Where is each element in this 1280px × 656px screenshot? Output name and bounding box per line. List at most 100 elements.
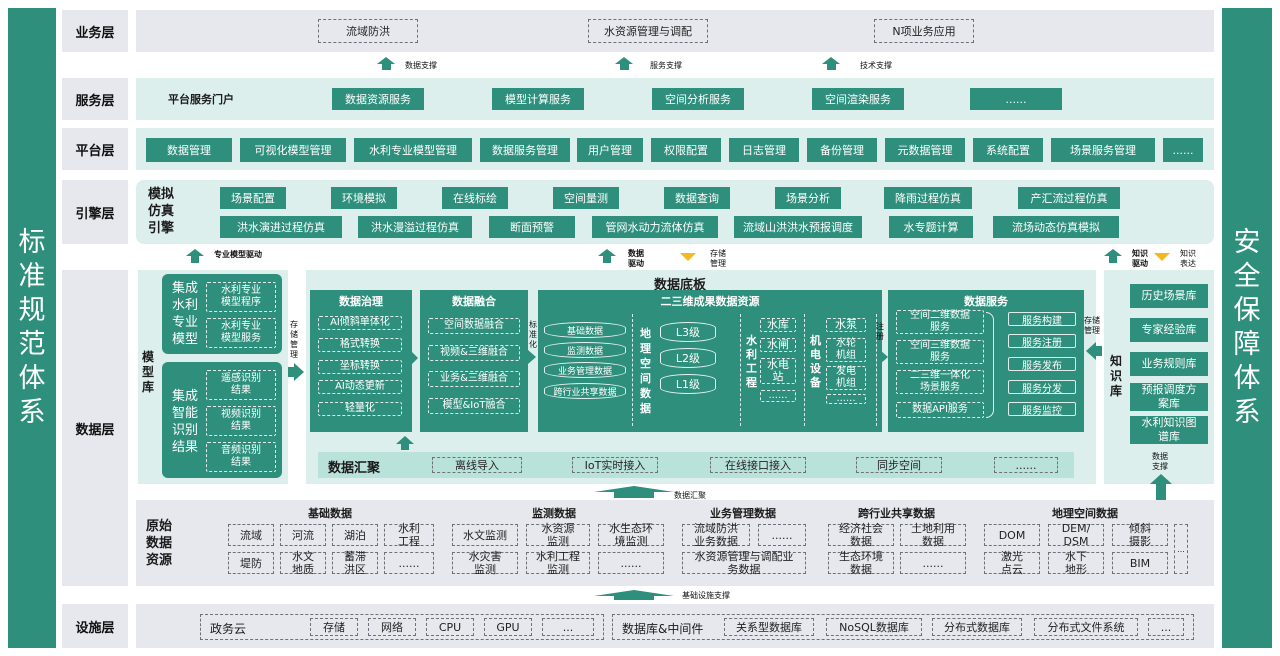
agg-iot-realtime: IoT实时接入 (572, 457, 658, 473)
engine-runoff-sim: 产汇流过程仿真 (1018, 187, 1120, 209)
business-item-n-apps: N项业务应用 (874, 19, 974, 43)
gov-cloud-label: 政务云 (210, 622, 247, 636)
data-driver-arrow (598, 249, 616, 256)
expert-experience-lib: 专家经验库 (1130, 318, 1208, 342)
business-rule-lib: 业务规则库 (1130, 352, 1208, 376)
svc-2d-spatial: 空间二维数据 服务 (896, 310, 984, 334)
svc-monitor: 服务监控 (1008, 402, 1076, 417)
infra-storage: 存储 (310, 618, 358, 636)
engine-flood-evolution: 洪水演进过程仿真 (220, 216, 342, 238)
model-storage-note: 存储管理 (290, 320, 298, 359)
platform-system-config: 系统配置 (973, 138, 1043, 162)
raw-business-more: ...... (758, 524, 806, 546)
raw-to-aggregation-arrow (594, 486, 674, 492)
engine-scene-analysis: 场景分析 (775, 187, 841, 209)
support-arrow-tech (827, 64, 836, 70)
knowledge-driver-label: 知识驱动 (1132, 249, 1148, 268)
raw-detention-area: 蓄滞 洪区 (332, 550, 378, 576)
aggregation-title: 数据汇聚 (328, 461, 381, 476)
platform-backup-management: 备份管理 (807, 138, 877, 162)
engine-pipe-hydro: 管网水动力流体仿真 (592, 216, 718, 238)
data-layer-label: 数据层 (75, 422, 115, 438)
engine-flow-field: 流场动态仿真模拟 (993, 216, 1119, 238)
water-hydropower: 水电站 (760, 358, 796, 384)
engine-spatial-measure: 空间量测 (553, 187, 619, 209)
fusion-business-3d: 业务&三维融合 (428, 371, 520, 387)
cyl-cross-industry: 跨行业共享数据 (544, 383, 626, 399)
engine-flash-flood: 流域山洪洪水预报调度 (734, 216, 862, 238)
fusion-title: 数据融合 (452, 295, 496, 308)
infra-support-label: 基础设施支撑 (682, 591, 730, 600)
service-spatial-render: 空间渲染服务 (812, 88, 904, 110)
model-driver-arrow (186, 249, 204, 256)
business-item-water-resources: 水资源管理与调配 (588, 19, 708, 43)
data-driver-label: 数据驱动 (628, 249, 644, 268)
resource-title: 二三维成果数据资源 (660, 295, 760, 308)
elec-turbine: 水轮 机组 (826, 338, 866, 362)
infra-db-more: ... (1148, 618, 1184, 636)
raw-underwater-terrain: 水下 地形 (1048, 550, 1104, 576)
forecast-plan-lib: 预报调度方 案库 (1130, 383, 1208, 411)
knowledge-driver-arrow (1104, 249, 1122, 256)
service-model-compute: 模型计算服务 (492, 88, 584, 110)
gov-ai-oblique: AI倾斜单体化 (318, 316, 402, 330)
resource-to-service-arrow (880, 350, 888, 364)
fusion-video-3d: 视频&三维融合 (428, 345, 520, 361)
knowledge-to-service-arrow (1086, 342, 1096, 360)
infra-distributed-fs: 分布式文件系统 (1034, 618, 1138, 636)
water-gate: 水闸 (760, 338, 796, 352)
raw-disaster-monitor: 水灾害 监测 (452, 550, 518, 576)
data-support-note: 数据 支撑 (1152, 452, 1168, 471)
engine-env-sim: 环境模拟 (331, 187, 397, 209)
infra-distributed-db: 分布式数据库 (932, 618, 1022, 636)
data-support-label: 数据支撑 (405, 61, 437, 70)
service-data-resource: 数据资源服务 (332, 88, 424, 110)
agg-sync-space: 同步空间 (856, 457, 942, 473)
geo-level-l3: L3级 (660, 322, 716, 342)
cyl-monitor-data: 监测数据 (544, 342, 626, 358)
raw-river: 河流 (280, 524, 326, 546)
aggregation-to-base-arrow (396, 436, 414, 444)
platform-permission-config: 权限配置 (651, 138, 721, 162)
model-driver-label: 专业模型驱动 (214, 250, 262, 259)
security-system-sidebar: 安全保障体系 (1222, 8, 1272, 648)
raw-lake: 湖泊 (332, 524, 378, 546)
raw-eco-monitor: 水生态环 境监测 (598, 522, 664, 548)
raw-flood-business: 流域防洪 业务数据 (682, 522, 750, 548)
fusion-model-iot: 模型&IoT融合 (428, 398, 520, 414)
platform-vis-model-management: 可视化模型管理 (240, 138, 346, 162)
knowledge-base-title: 知识库 (1110, 354, 1123, 398)
service-support-label: 服务支撑 (650, 61, 682, 70)
infra-cpu: CPU (426, 618, 474, 636)
knowledge-expr-label: 知识表达 (1180, 249, 1196, 268)
svc-publish: 服务发布 (1008, 357, 1076, 372)
model-library-title: 模型库 (142, 350, 155, 394)
raw-geo-more: ... (1174, 524, 1188, 574)
pro-model-title: 集成 水利 专业 模型 (171, 281, 198, 347)
business-layer-label: 业务层 (75, 25, 115, 41)
service-more: ...... (970, 88, 1062, 110)
elec-more: ...... (826, 393, 866, 404)
raw-dem-dsm: DEM/DSM (1048, 522, 1104, 548)
service-layer-label: 服务层 (75, 93, 115, 109)
water-more: ...... (760, 390, 796, 402)
engine-layer-label: 引擎层 (75, 206, 115, 222)
governance-title: 数据治理 (339, 295, 383, 308)
electromech-title: 机电设备 (810, 334, 821, 389)
svc-distribute: 服务分发 (1008, 380, 1076, 395)
platform-log-management: 日志管理 (729, 138, 799, 162)
platform-water-model-management: 水利专业模型管理 (354, 138, 472, 162)
business-item-flood: 流域防洪 (318, 19, 418, 43)
raw-water-project: 水利 工程 (384, 522, 434, 548)
raw-cross-more: ...... (900, 552, 966, 574)
engine-online-plot: 在线标绘 (442, 187, 508, 209)
svc-build: 服务构建 (1008, 312, 1076, 327)
elec-pump: 水泵 (826, 318, 866, 332)
raw-water-resource-monitor: 水资源 监测 (526, 522, 590, 548)
infra-layer-label: 设施层 (75, 620, 115, 636)
agg-online-api: 在线接口接入 (710, 457, 806, 473)
fusion-to-resource-arrow (528, 350, 536, 364)
data-service-title: 数据服务 (964, 295, 1008, 308)
platform-data-management: 数据管理 (146, 138, 232, 162)
raw-bim: BIM (1112, 552, 1168, 574)
